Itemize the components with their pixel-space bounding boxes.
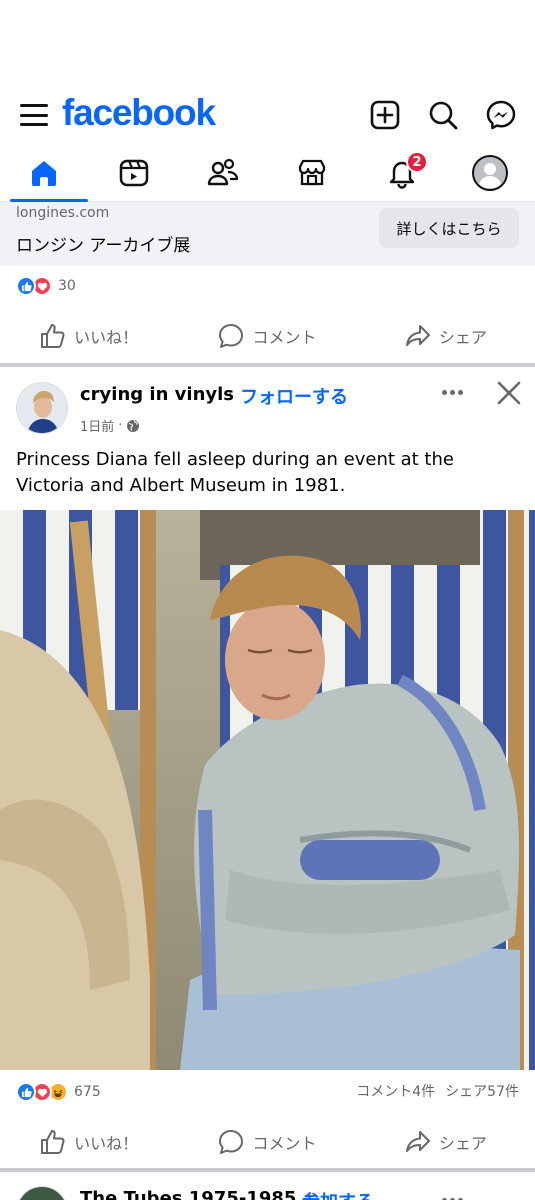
like-label: いいね！ — [74, 1134, 139, 1153]
tab-notifications[interactable]: 2 — [364, 144, 440, 202]
share-icon — [405, 1131, 430, 1152]
ad-title: ロンジン アーカイブ展 — [16, 236, 191, 256]
follow-button[interactable]: フォローする — [240, 383, 348, 409]
marketplace-icon — [298, 159, 326, 186]
group-avatar[interactable] — [16, 1186, 68, 1200]
post-meta: 1日前 · — [80, 416, 140, 435]
post-author-name[interactable]: crying in vinyls — [80, 384, 234, 405]
close-icon[interactable] — [494, 378, 524, 408]
messenger-icon[interactable] — [484, 98, 518, 132]
tab-marketplace[interactable] — [274, 144, 350, 202]
tab-friends[interactable] — [185, 144, 261, 202]
share-button[interactable]: シェア — [357, 313, 535, 359]
group-name[interactable]: The Tubes 1975-1985 · — [80, 1188, 307, 1200]
post-engagement-stats: コメント4件 シェア57件 — [356, 1081, 519, 1101]
ad-action-bar: いいね！ コメント シェア — [0, 313, 535, 359]
profile-avatar-icon — [472, 155, 508, 191]
globe-icon — [127, 419, 140, 432]
share-button[interactable]: シェア — [357, 1119, 535, 1165]
notification-badge: 2 — [406, 151, 428, 173]
learn-more-button[interactable]: 詳しくはこちら — [379, 208, 519, 248]
post-action-bar: いいね！ コメント シェア — [0, 1119, 535, 1165]
reaction-count: 675 — [74, 1084, 101, 1100]
home-icon — [32, 161, 56, 186]
like-label: いいね！ — [74, 328, 139, 347]
facebook-logo[interactable]: facebook — [62, 92, 216, 134]
tab-profile[interactable] — [452, 144, 528, 202]
status-bar-area — [0, 0, 535, 88]
tab-home[interactable] — [6, 144, 88, 202]
share-label: シェア — [438, 328, 487, 347]
comment-icon — [219, 1130, 244, 1154]
comment-button[interactable]: コメント — [178, 1119, 356, 1165]
thumbs-up-icon — [41, 324, 65, 348]
share-icon — [405, 325, 430, 346]
more-options-icon[interactable] — [436, 1186, 468, 1200]
comment-button[interactable]: コメント — [178, 313, 356, 359]
main-tab-bar: 2 — [0, 144, 535, 202]
more-options-icon[interactable] — [436, 378, 468, 406]
create-post-icon[interactable] — [368, 98, 402, 132]
post-caption: Princess Diana fell asleep during an eve… — [16, 449, 454, 496]
video-icon — [119, 159, 149, 187]
like-button[interactable]: いいね！ — [0, 313, 178, 359]
post-photo[interactable] — [0, 510, 535, 1070]
comment-icon — [219, 324, 244, 348]
ad-reactions-summary[interactable]: 30 — [16, 275, 76, 297]
post-divider — [0, 363, 535, 367]
like-reaction-icon — [16, 1082, 36, 1102]
author-avatar[interactable] — [16, 382, 68, 434]
share-count[interactable]: シェア57件 — [445, 1081, 519, 1101]
next-post-header: The Tubes 1975-1985 · 参加する — [0, 1172, 535, 1200]
ad-domain: longines.com — [16, 205, 110, 221]
menu-icon[interactable] — [20, 102, 48, 128]
share-label: シェア — [438, 1134, 487, 1153]
meta-separator: · — [118, 418, 123, 433]
comment-label: コメント — [252, 1134, 317, 1153]
post-timestamp[interactable]: 1日前 — [80, 416, 114, 435]
tab-video[interactable] — [96, 144, 172, 202]
comment-count[interactable]: コメント4件 — [356, 1081, 435, 1101]
like-reaction-icon — [16, 276, 36, 296]
ad-link-preview[interactable]: longines.com ロンジン アーカイブ展 詳しくはこちら — [0, 202, 535, 266]
reaction-count: 30 — [58, 278, 76, 294]
search-icon[interactable] — [426, 98, 460, 132]
comment-label: コメント — [252, 328, 317, 347]
friends-icon — [207, 158, 239, 186]
top-app-bar: facebook — [0, 88, 535, 144]
like-button[interactable]: いいね！ — [0, 1119, 178, 1165]
thumbs-up-icon — [41, 1130, 65, 1154]
author-separator: · — [228, 386, 233, 402]
post-reactions-summary[interactable]: 675 — [16, 1081, 101, 1103]
join-button[interactable]: 参加する — [302, 1188, 374, 1200]
